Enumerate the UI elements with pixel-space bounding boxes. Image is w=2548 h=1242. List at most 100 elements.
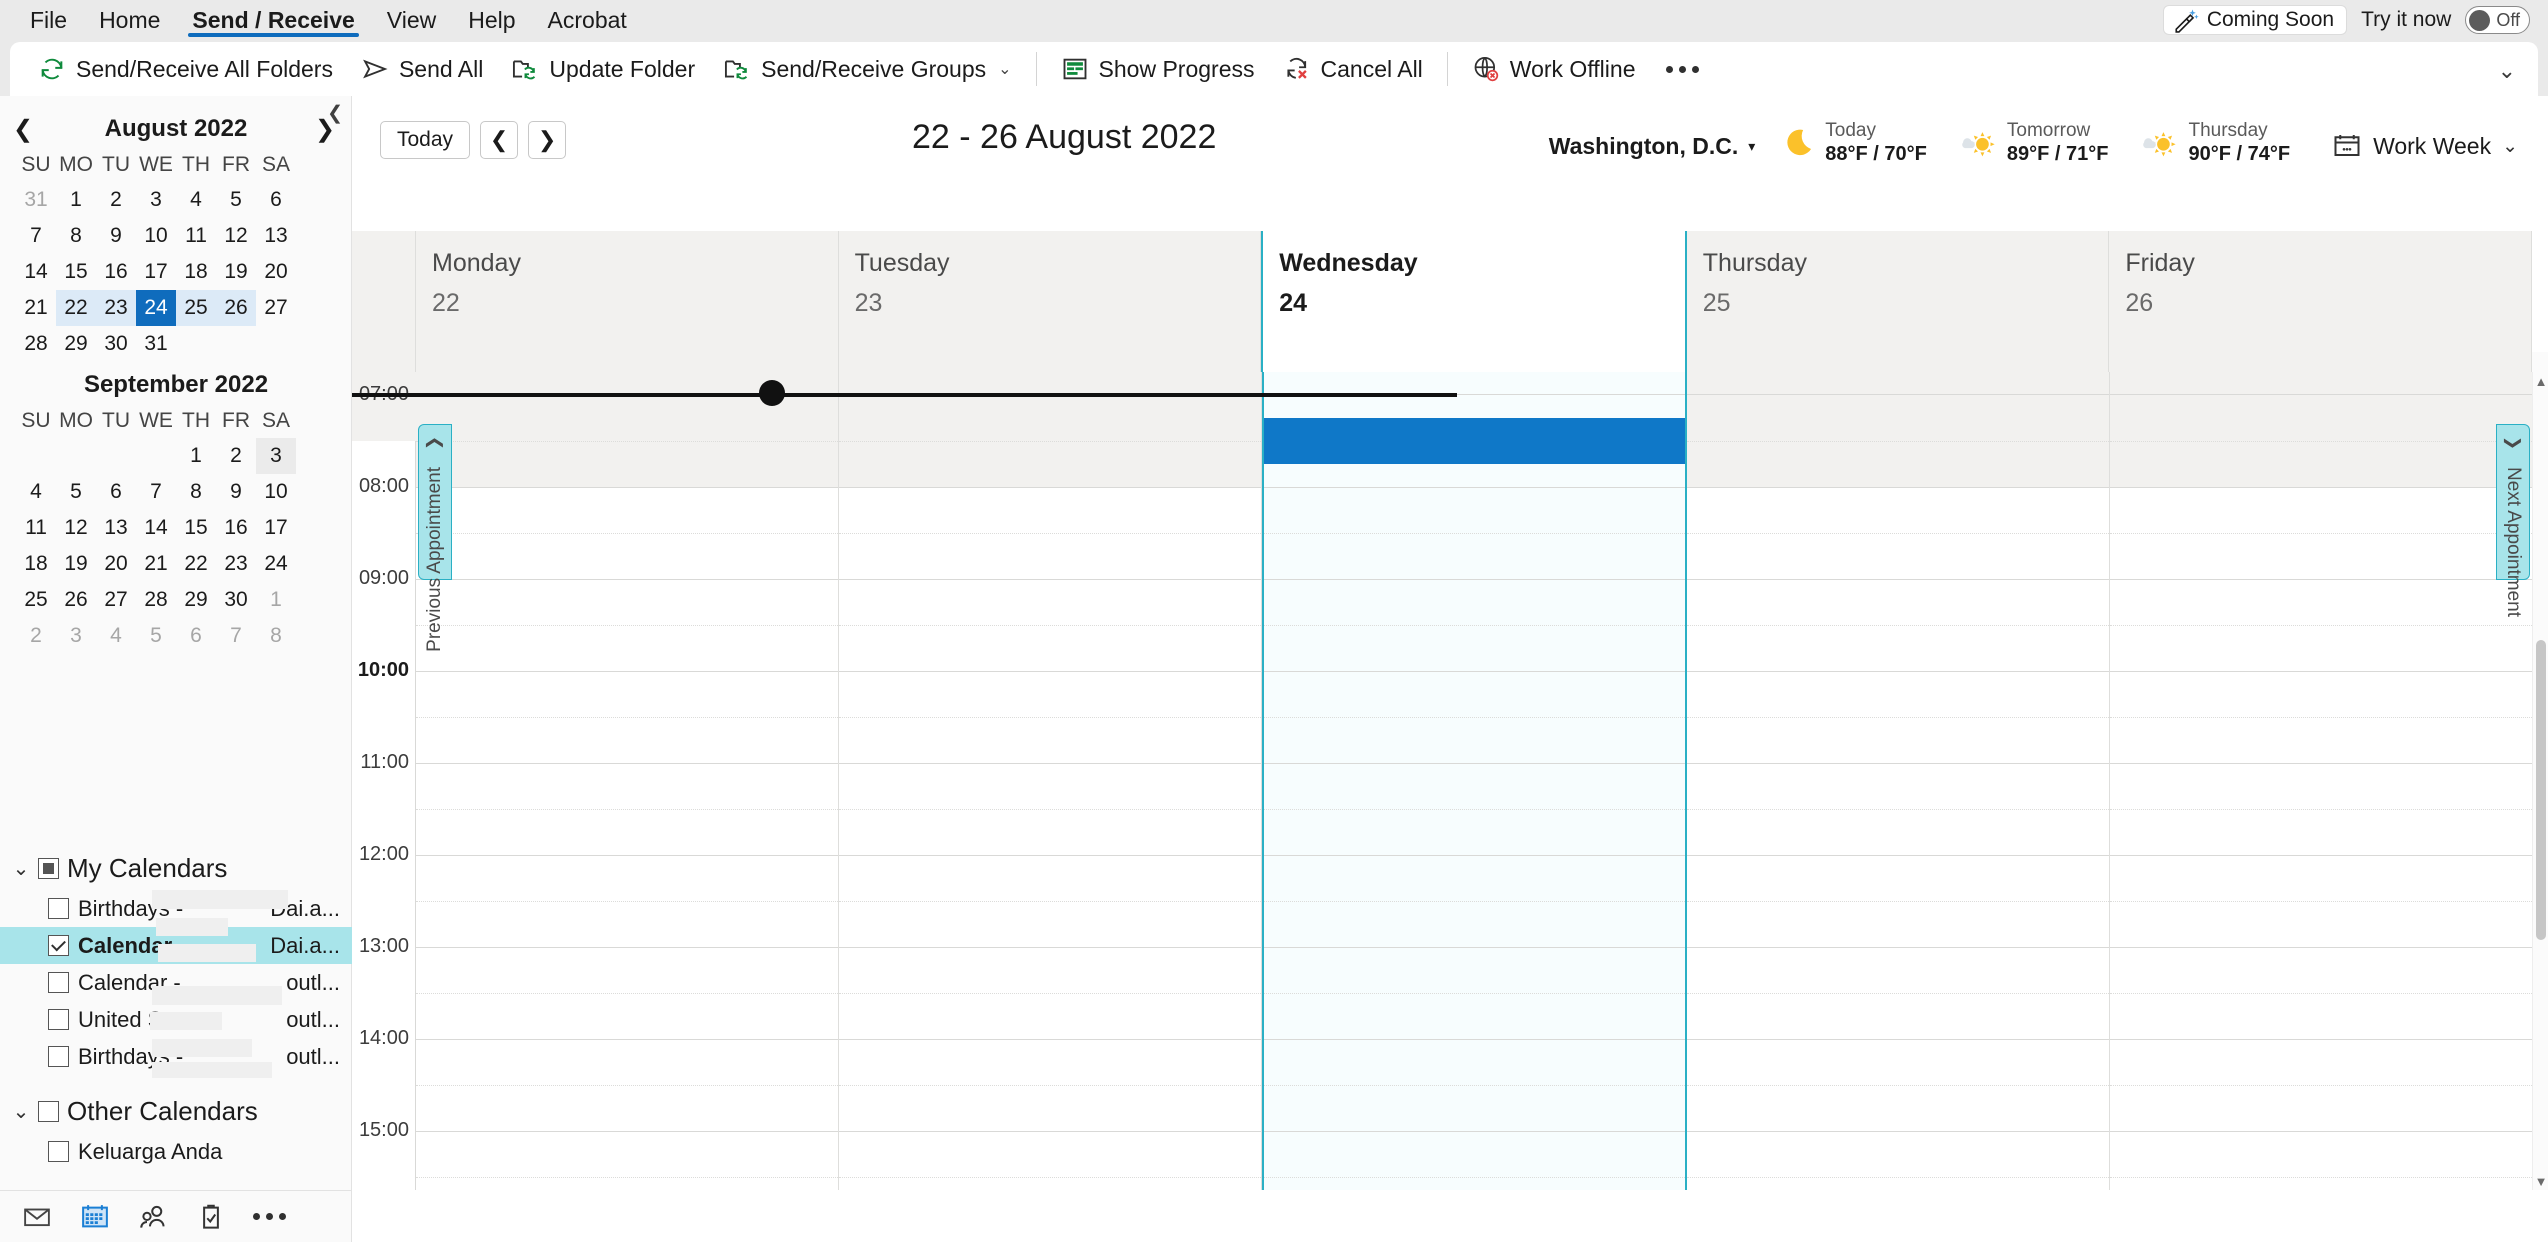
calendar-grid[interactable]: 07:00 08:00 09:00 10:00 11:00 12:00 13:0… [352,372,2532,1190]
mini-calendar-day[interactable]: 4 [16,474,56,510]
mini-calendar-day[interactable]: 29 [56,326,96,362]
day-column-monday[interactable] [416,372,839,1190]
chevron-down-icon[interactable]: ⌄ [12,856,30,881]
nav-tasks-button[interactable] [182,1191,240,1242]
mini-calendar-day[interactable]: 1 [56,182,96,218]
mini-calendar-day[interactable]: 22 [176,546,216,582]
mini-calendar-day[interactable]: 13 [96,510,136,546]
triangle-down-icon[interactable]: ▼ [2533,1172,2548,1190]
mini-calendar-day[interactable]: 25 [16,582,56,618]
my-calendars-checkbox[interactable] [38,857,59,879]
calendar-group-my-calendars[interactable]: ⌄ My Calendars [0,846,352,890]
mini-calendar-day[interactable]: 9 [216,474,256,510]
calendar-group-other-calendars[interactable]: ⌄ Other Calendars [0,1089,352,1133]
calendar-checkbox[interactable] [48,1046,69,1067]
mini-calendar-day[interactable]: 8 [56,218,96,254]
weather-thursday[interactable]: Thursday 90°F / 74°F [2124,120,2306,166]
scrollbar-thumb[interactable] [2536,640,2546,940]
mini-calendar-day[interactable]: 29 [176,582,216,618]
nav-people-button[interactable] [124,1191,182,1242]
mini-calendar-day[interactable]: 9 [96,218,136,254]
mini-calendar-day[interactable]: 31 [136,326,176,362]
mini-calendar-day[interactable]: 17 [136,254,176,290]
calendar-vertical-scrollbar[interactable]: ▲ ▼ [2532,372,2548,1190]
mini-calendar-day[interactable]: 23 [216,546,256,582]
mini-calendar-day[interactable]: 11 [16,510,56,546]
mini-calendar-day[interactable]: 21 [16,290,56,326]
mini-calendar-prev-month-button[interactable]: ❮ [8,114,38,144]
ribbon-tab-send-receive[interactable]: Send / Receive [176,0,370,40]
mini-calendar-day[interactable]: 10 [136,218,176,254]
mini-calendar-day[interactable]: 19 [216,254,256,290]
mini-calendar-day[interactable]: 11 [176,218,216,254]
day-header-monday[interactable]: Monday 22 [416,231,839,372]
mini-calendar-day[interactable]: 7 [136,474,176,510]
mini-calendar-next-month-button[interactable]: ❯ [310,114,340,144]
ribbon-collapse-chevron-down-icon[interactable]: ⌄ [2498,58,2516,84]
next-appointment-tab[interactable]: ❯ Next Appointment [2496,424,2530,617]
mini-calendar-day[interactable]: 31 [16,182,56,218]
mini-calendar-day[interactable]: 1 [176,438,216,474]
mini-calendar-day[interactable]: 6 [96,474,136,510]
ribbon-tab-help[interactable]: Help [452,0,531,40]
mini-calendar-day[interactable]: 5 [56,474,96,510]
mini-calendar-day[interactable]: 2 [96,182,136,218]
mini-calendar-day[interactable]: 27 [256,290,296,326]
mini-calendar-day[interactable]: 20 [256,254,296,290]
calendar-checkbox-checked[interactable] [48,935,69,956]
mini-calendar-day[interactable]: 30 [96,326,136,362]
mini-calendar-day-today[interactable]: 24 [136,290,176,326]
send-receive-all-folders-button[interactable]: Send/Receive All Folders [24,48,347,90]
nav-mail-button[interactable] [8,1191,66,1242]
day-column-friday[interactable] [2110,372,2532,1190]
mini-calendar-day[interactable]: 12 [56,510,96,546]
previous-week-button[interactable]: ❮ [480,121,519,159]
mini-calendar-day[interactable]: 5 [216,182,256,218]
send-all-button[interactable]: Send All [347,48,497,90]
update-folder-button[interactable]: Update Folder [497,48,709,90]
mini-calendar-day[interactable]: 20 [96,546,136,582]
mini-calendar-day[interactable]: 8 [256,618,296,654]
other-calendars-checkbox[interactable] [38,1100,59,1122]
day-column-thursday[interactable] [1687,372,2111,1190]
ribbon-more-options-button[interactable] [1650,48,1715,90]
mini-calendar-day[interactable]: 15 [176,510,216,546]
mini-calendar-day[interactable]: 24 [256,546,296,582]
mini-calendar-day[interactable]: 4 [96,618,136,654]
mini-calendar-day-selected-range[interactable]: 25 [176,290,216,326]
previous-appointment-tab[interactable]: ❮ Previous Appointment [418,424,452,652]
view-mode-button[interactable]: Work Week ⌄ [2320,126,2530,166]
mini-calendar-day[interactable]: 2 [216,438,256,474]
calendar-checkbox[interactable] [48,1009,69,1030]
day-column-tuesday[interactable] [838,372,1262,1190]
ribbon-tab-home[interactable]: Home [83,0,176,40]
mini-calendar-day[interactable]: 5 [136,618,176,654]
day-header-tuesday[interactable]: Tuesday 23 [839,231,1262,372]
mini-calendar-day[interactable]: 12 [216,218,256,254]
calendar-checkbox[interactable] [48,1141,69,1162]
mini-calendar-day[interactable]: 28 [136,582,176,618]
show-progress-button[interactable]: Show Progress [1047,48,1269,90]
send-receive-groups-button[interactable]: Send/Receive Groups ⌄ [709,48,1025,90]
mini-calendar-day[interactable]: 3 [56,618,96,654]
mini-calendar-day[interactable]: 8 [176,474,216,510]
mini-calendar-day[interactable]: 10 [256,474,296,510]
mini-calendar-day[interactable]: 14 [16,254,56,290]
mini-calendar-day-hovered[interactable]: 3 [256,438,296,474]
mini-calendar-day[interactable]: 4 [176,182,216,218]
mini-calendar-day[interactable]: 16 [216,510,256,546]
mini-calendar-day[interactable]: 16 [96,254,136,290]
triangle-up-icon[interactable]: ▲ [2533,372,2548,390]
work-offline-button[interactable]: Work Offline [1458,48,1650,90]
ribbon-tab-acrobat[interactable]: Acrobat [532,0,643,40]
day-header-thursday[interactable]: Thursday 25 [1687,231,2110,372]
mini-calendar-day[interactable]: 6 [176,618,216,654]
next-week-button[interactable]: ❯ [528,121,567,159]
ribbon-tab-view[interactable]: View [371,0,452,40]
mini-calendar-day[interactable]: 6 [256,182,296,218]
mini-calendar-day[interactable]: 21 [136,546,176,582]
mini-calendar-day[interactable]: 2 [16,618,56,654]
day-column-wednesday-today[interactable] [1261,372,1688,1190]
ribbon-tab-file[interactable]: File [14,0,83,40]
day-header-wednesday-today[interactable]: Wednesday 24 [1261,231,1687,372]
